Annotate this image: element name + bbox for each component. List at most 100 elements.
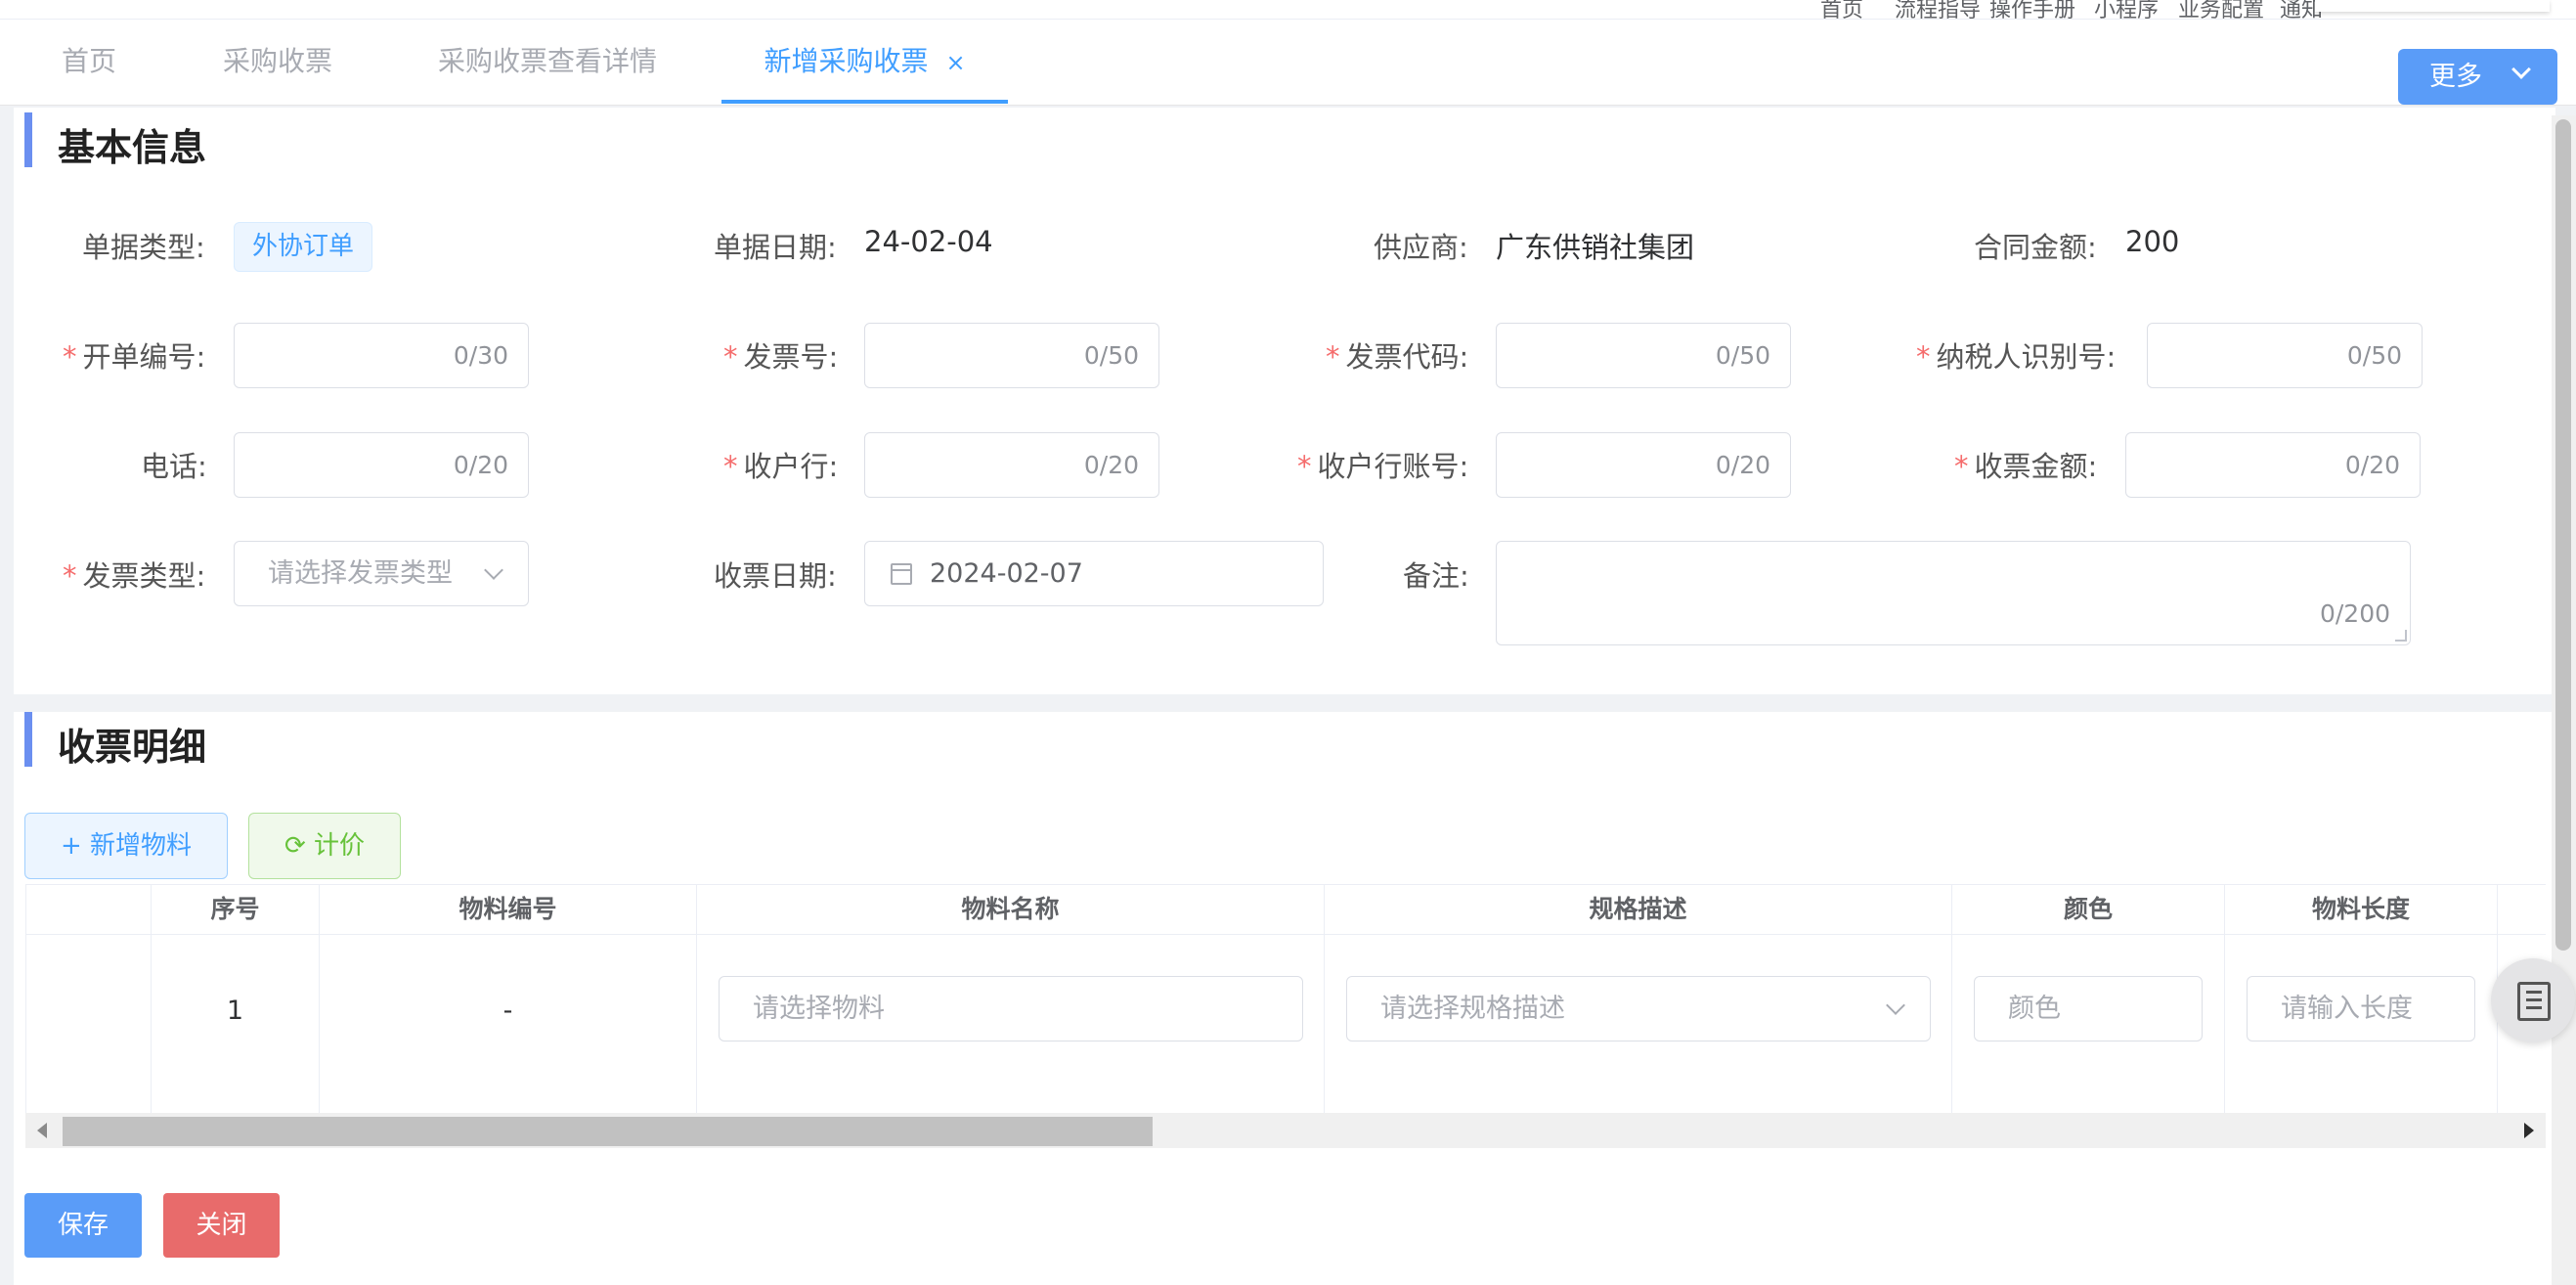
invoice-type-select[interactable]: 请选择发票类型 — [234, 541, 529, 606]
length-input[interactable]: 请输入长度 — [2247, 976, 2475, 1041]
bank-account-label: * 收户行账号: — [1297, 444, 1468, 485]
length-placeholder: 请输入长度 — [2281, 994, 2413, 1024]
billing-no-count: 0/30 — [453, 341, 508, 370]
required-mark: * — [63, 340, 77, 374]
column-header-select — [26, 884, 152, 935]
price-label: 计价 — [314, 831, 366, 861]
chevron-down-icon — [1886, 996, 1905, 1015]
receipt-date-label: 收票日期: — [714, 559, 837, 593]
bank-input[interactable]: 0/20 — [864, 432, 1159, 498]
receipt-date-picker[interactable]: 2024-02-07 — [864, 541, 1324, 606]
material-name-select[interactable]: 请选择物料 — [719, 976, 1303, 1041]
invoice-type-placeholder: 请选择发票类型 — [268, 558, 453, 589]
contract-amount-value: 200 — [2125, 225, 2180, 258]
tab-purchase-invoice[interactable]: 采购收票 — [223, 20, 332, 104]
bank-label: * 收户行: — [723, 444, 838, 485]
resize-handle[interactable] — [2395, 630, 2407, 642]
calendar-icon — [891, 563, 912, 585]
table-cell-seq: 1 — [152, 935, 320, 1113]
price-button[interactable]: ⟳ 计价 — [248, 813, 401, 879]
basic-info-panel: 基本信息 单据类型: 外协订单 单据日期: 24-02-04 供应商: 广东供销… — [14, 108, 2555, 694]
receipt-amount-count: 0/20 — [2344, 451, 2400, 479]
column-header-material-code: 物料编号 — [320, 884, 697, 935]
required-mark: * — [1326, 340, 1340, 374]
receipt-amount-input[interactable]: 0/20 — [2125, 432, 2421, 498]
required-mark: * — [723, 340, 738, 374]
basic-info-title: 基本信息 — [58, 126, 207, 169]
receipt-amount-label: * 收票金额: — [1954, 444, 2097, 485]
section-bar — [24, 712, 32, 767]
invoice-no-label-text: 发票号: — [743, 340, 839, 374]
row-material-code: - — [502, 996, 513, 1026]
chevron-down-icon — [2511, 60, 2531, 79]
remark-textarea[interactable]: 0/200 — [1496, 541, 2411, 645]
doc-type-label: 单据类型: — [82, 231, 205, 264]
tab-new-purchase-invoice[interactable]: 新增采购收票 × — [721, 20, 1008, 104]
tab-purchase-invoice-detail[interactable]: 采购收票查看详情 — [438, 20, 657, 104]
scroll-right-arrow-icon[interactable] — [2524, 1123, 2534, 1138]
vertical-scroll-thumb[interactable] — [2555, 119, 2571, 951]
receipt-amount-label-text: 收票金额: — [1974, 450, 2098, 483]
doc-date-label: 单据日期: — [714, 231, 837, 264]
document-icon — [2517, 982, 2551, 1021]
more-button[interactable]: 更多 — [2398, 49, 2557, 105]
spec-select[interactable]: 请选择规格描述 — [1346, 976, 1931, 1041]
invoice-no-count: 0/50 — [1083, 341, 1139, 370]
column-header-extra — [2498, 884, 2546, 935]
tab-purchase-invoice-label: 采购收票 — [223, 45, 333, 77]
contract-amount-label: 合同金额: — [1974, 231, 2097, 264]
table-cell-length: 请输入长度 — [2225, 935, 2498, 1113]
tab-bar: 首页 采购收票 采购收票查看详情 新增采购收票 × 更多 — [0, 20, 2576, 106]
top-dropdown-edge — [2315, 0, 2550, 12]
column-header-length: 物料长度 — [2225, 884, 2498, 935]
horizontal-scroll-thumb[interactable] — [63, 1117, 1153, 1146]
close-button[interactable]: 关闭 — [163, 1193, 280, 1258]
phone-label: 电话: — [141, 450, 207, 483]
remark-label: 备注: — [1403, 559, 1469, 593]
tab-new-purchase-invoice-label: 新增采购收票 — [764, 45, 929, 77]
table-cell-color: 颜色 — [1952, 935, 2225, 1113]
billing-no-input[interactable]: 0/30 — [234, 323, 529, 388]
taxpayer-id-input[interactable]: 0/50 — [2147, 323, 2423, 388]
tab-home-label: 首页 — [62, 45, 117, 77]
table-cell-select — [26, 935, 152, 1113]
bank-count: 0/20 — [1083, 451, 1139, 479]
refresh-icon: ⟳ — [284, 831, 315, 861]
required-mark: * — [63, 559, 77, 593]
invoice-type-label: * 发票类型: — [63, 554, 205, 595]
column-header-seq: 序号 — [152, 884, 320, 935]
invoice-code-label-text: 发票代码: — [1345, 340, 1469, 374]
add-material-button[interactable]: + 新增物料 — [24, 813, 228, 879]
remark-count: 0/200 — [2319, 599, 2390, 628]
invoice-no-label: * 发票号: — [723, 334, 838, 376]
column-header-material-name: 物料名称 — [697, 884, 1325, 935]
vertical-scrollbar[interactable] — [2552, 115, 2576, 1285]
section-bar — [24, 112, 32, 167]
close-tab-icon[interactable]: × — [945, 49, 965, 76]
color-input[interactable]: 颜色 — [1974, 976, 2203, 1041]
invoice-code-input[interactable]: 0/50 — [1496, 323, 1791, 388]
table-cell-material-name: 请选择物料 — [697, 935, 1325, 1113]
bank-account-label-text: 收户行账号: — [1317, 450, 1469, 483]
save-button[interactable]: 保存 — [24, 1193, 142, 1258]
phone-count: 0/20 — [453, 451, 508, 479]
invoice-code-label: * 发票代码: — [1326, 334, 1468, 376]
doc-date-value: 24-02-04 — [864, 225, 993, 258]
top-strip: 首页 流程指导 操作手册 小程序 业务配置 通知 — [0, 0, 2576, 22]
invoice-no-input[interactable]: 0/50 — [864, 323, 1159, 388]
billing-no-label-text: 开单编号: — [82, 340, 206, 374]
more-button-label: 更多 — [2429, 62, 2482, 92]
detail-title: 收票明细 — [58, 726, 207, 769]
bank-account-input[interactable]: 0/20 — [1496, 432, 1791, 498]
floating-document-button[interactable] — [2491, 958, 2575, 1042]
horizontal-scrollbar[interactable] — [25, 1113, 2546, 1148]
taxpayer-id-label-text: 纳税人识别号: — [1936, 340, 2117, 374]
column-header-color: 颜色 — [1952, 884, 2225, 935]
phone-input[interactable]: 0/20 — [234, 432, 529, 498]
receipt-date-value: 2024-02-07 — [930, 558, 1083, 589]
bank-account-count: 0/20 — [1715, 451, 1770, 479]
invoice-code-count: 0/50 — [1715, 341, 1770, 370]
taxpayer-id-label: * 纳税人识别号: — [1916, 334, 2116, 376]
tab-home[interactable]: 首页 — [62, 20, 116, 104]
scroll-left-arrow-icon[interactable] — [37, 1123, 47, 1138]
